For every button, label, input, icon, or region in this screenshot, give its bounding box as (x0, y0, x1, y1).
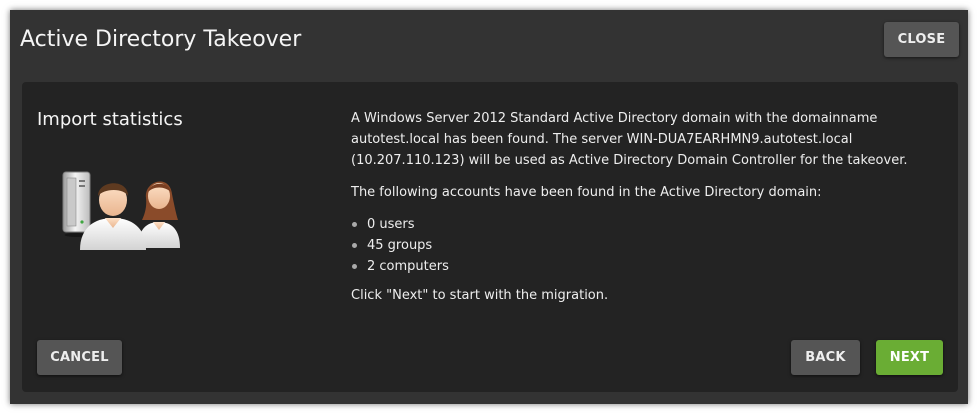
cancel-button[interactable]: CANCEL (37, 340, 122, 375)
back-button[interactable]: BACK (791, 340, 860, 375)
next-instruction: Click "Next" to start with the migration… (351, 288, 609, 303)
list-item: 2 computers (351, 256, 931, 277)
statistics-text: A Windows Server 2012 Standard Active Di… (351, 108, 931, 306)
close-button[interactable]: CLOSE (884, 22, 959, 57)
list-item: 45 groups (351, 235, 931, 256)
server-and-users-icon (62, 171, 180, 250)
list-item: 0 users (351, 214, 931, 235)
accounts-intro: The following accounts have been found i… (351, 185, 822, 200)
account-count-groups: 45 groups (367, 238, 433, 253)
account-count-users: 0 users (367, 217, 415, 232)
panel-heading: Import statistics (37, 109, 183, 130)
bullet-icon (352, 222, 357, 227)
account-count-computers: 2 computers (367, 259, 449, 274)
accounts-list: 0 users 45 groups 2 computers (351, 214, 931, 277)
takeover-dialog: Active Directory Takeover CLOSE Import s… (10, 10, 968, 404)
bullet-icon (352, 243, 357, 248)
domain-description: A Windows Server 2012 Standard Active Di… (351, 111, 908, 168)
bullet-icon (352, 264, 357, 269)
next-button[interactable]: NEXT (876, 340, 943, 375)
dialog-title: Active Directory Takeover (20, 27, 302, 52)
